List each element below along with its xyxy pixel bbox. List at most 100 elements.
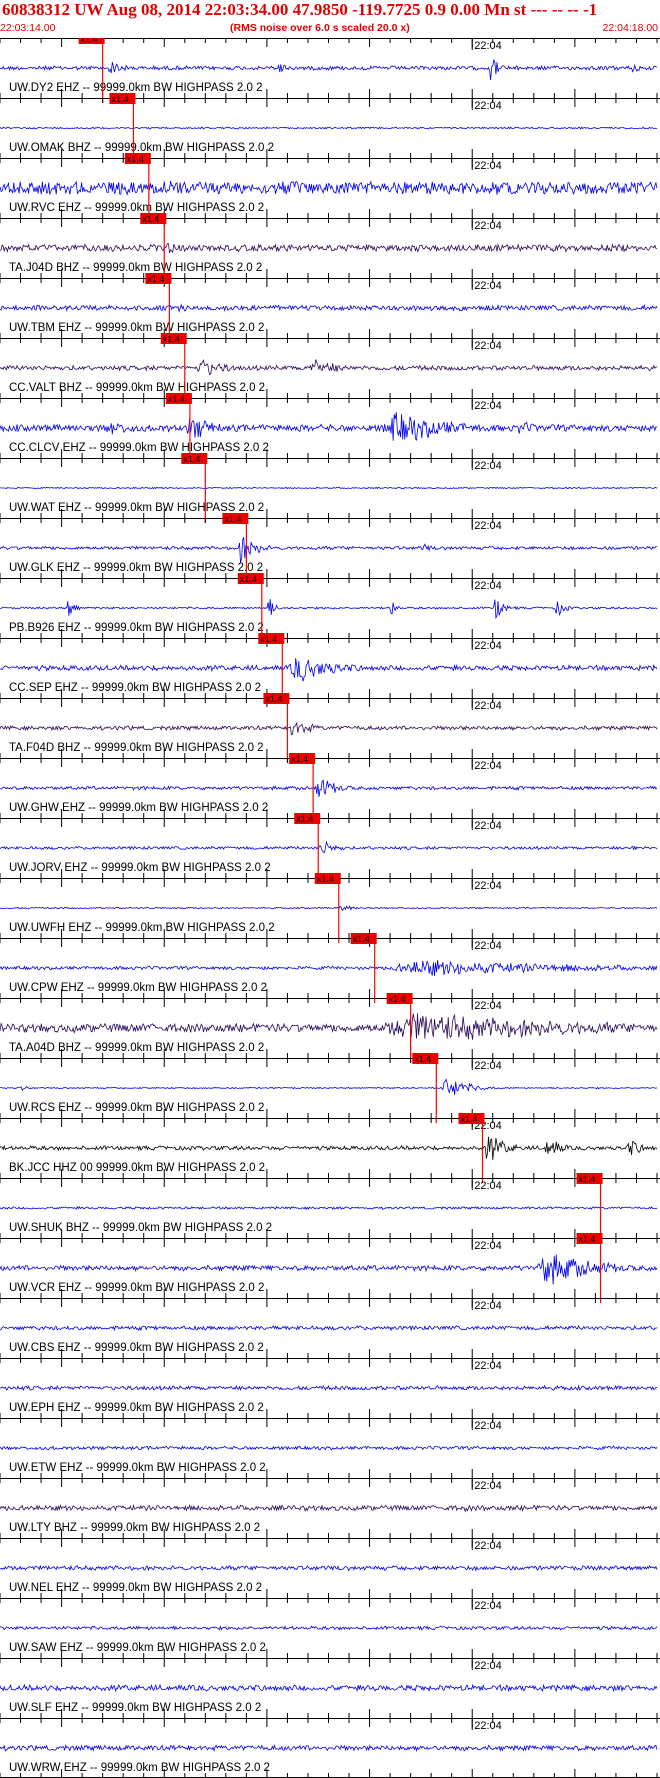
minute-label: 22:04 xyxy=(474,1480,502,1492)
pick-label: x1.4 xyxy=(111,94,128,104)
minute-label: 22:04 xyxy=(474,1360,502,1372)
station-label: UW.OMAK BHZ -- 99999.0km BW HIGHPASS 2.0… xyxy=(9,142,274,154)
pick-label: x1.4 xyxy=(579,1174,596,1184)
minute-label: 22:04 xyxy=(474,1060,502,1072)
end-time: 22:04:18.00 xyxy=(602,22,658,34)
station-label: UW.DY2 EHZ -- 99999.0km BW HIGHPASS 2.0 … xyxy=(9,82,263,94)
minute-label: 22:04 xyxy=(474,280,502,292)
station-label: UW.SHUK BHZ -- 99999.0km BW HIGHPASS 2.0… xyxy=(9,1222,272,1234)
station-label: PB.B926 EHZ -- 99999.0km BW HIGHPASS 2.0… xyxy=(9,622,264,634)
event-title: 60838312 UW Aug 08, 2014 22:03:34.00 47.… xyxy=(2,0,598,19)
seismic-trace xyxy=(0,359,658,376)
pick-label: x1.4 xyxy=(168,394,185,404)
station-label: UW.SLF EHZ -- 99999.0km BW HIGHPASS 2.0 … xyxy=(9,1702,261,1714)
minute-label: 22:04 xyxy=(474,1720,502,1732)
minute-label: 22:04 xyxy=(474,1600,502,1612)
pick-label: x1.4 xyxy=(163,334,180,344)
minute-label: 22:04 xyxy=(474,340,502,352)
minute-label: 22:04 xyxy=(474,1660,502,1672)
seismic-trace xyxy=(0,960,658,976)
station-label: CC.VALT BHZ -- 99999.0km BW HIGHPASS 2.0… xyxy=(9,382,265,394)
minute-label: 22:04 xyxy=(474,400,502,412)
seismic-trace xyxy=(0,1136,658,1160)
station-label: BK.JCC HHZ 00 99999.0km BW HIGHPASS 2.0 … xyxy=(9,1162,265,1174)
station-label: UW.TBM EHZ -- 99999.0km BW HIGHPASS 2.0 … xyxy=(9,322,264,334)
pick-label: x1.4 xyxy=(142,214,159,224)
noise-note: (RMS noise over 6.0 s scaled 20.0 x) xyxy=(230,22,410,34)
seismic-trace xyxy=(0,905,658,912)
minute-label: 22:04 xyxy=(474,520,502,532)
pick-label: x1.4 xyxy=(81,38,98,44)
minute-label: 22:04 xyxy=(474,160,502,172)
seismic-trace xyxy=(0,599,658,620)
station-label: UW.RVC EHZ -- 99999.0km BW HIGHPASS 2.0 … xyxy=(9,202,264,214)
seismic-trace xyxy=(0,658,658,682)
seismic-trace xyxy=(0,1078,658,1095)
seismic-trace xyxy=(0,722,658,736)
pick-label: x1.4 xyxy=(579,1234,596,1244)
pick-label: x1.4 xyxy=(389,994,406,1004)
minute-label: 22:04 xyxy=(474,1540,502,1552)
seismic-trace xyxy=(0,1744,658,1753)
seismic-trace xyxy=(0,1384,658,1392)
station-label: TA.F04D BHZ -- 99999.0km BW HIGHPASS 2.0… xyxy=(9,742,264,754)
seismic-trace xyxy=(0,59,658,81)
seismic-trace xyxy=(0,1324,658,1332)
minute-label: 22:04 xyxy=(474,940,502,952)
seismic-trace xyxy=(0,303,658,313)
seismogram-plot: 22:04 UW.DY2 EHZ -- 99999.0km BW HIGHPASS… xyxy=(0,38,660,1778)
pick-label: x1.4 xyxy=(317,874,334,884)
seismic-trace xyxy=(0,180,658,196)
seismic-trace xyxy=(0,1205,658,1211)
station-label: UW.LTY BHZ -- 99999.0km BW HIGHPASS 2.0 … xyxy=(9,1522,260,1534)
station-label: UW.CPW EHZ -- 99999.0km BW HIGHPASS 2.0 … xyxy=(9,982,267,994)
station-label: UW.WAT EHZ -- 99999.0km BW HIGHPASS 2.0 … xyxy=(9,502,264,514)
minute-label: 22:04 xyxy=(474,1420,502,1432)
station-label: UW.UWFH EHZ -- 99999.0km BW HIGHPASS 2.0… xyxy=(9,922,275,934)
minute-label: 22:04 xyxy=(474,1180,502,1192)
pick-label: x1.4 xyxy=(260,634,277,644)
seismic-trace xyxy=(0,1683,658,1693)
seismic-trace xyxy=(0,486,658,490)
seismic-trace xyxy=(0,1254,658,1285)
station-label: UW.CBS EHZ -- 99999.0km BW HIGHPASS 2.0 … xyxy=(9,1342,264,1354)
seismic-trace xyxy=(0,1445,658,1451)
pick-label: x1.4 xyxy=(414,1054,431,1064)
pick-label: x1.4 xyxy=(183,454,200,464)
station-label: UW.NEL EHZ -- 99999.0km BW HIGHPASS 2.0 … xyxy=(9,1582,262,1594)
station-label: UW.WRW EHZ -- 99999.0km BW HIGHPASS 2.0 … xyxy=(9,1762,270,1774)
pick-label: x1.4 xyxy=(147,274,164,284)
plot-header: 60838312 UW Aug 08, 2014 22:03:34.00 47.… xyxy=(0,0,660,38)
minute-label: 22:04 xyxy=(474,40,502,52)
pick-label: x1.4 xyxy=(224,514,241,524)
seismic-trace xyxy=(0,1625,658,1631)
seismic-trace xyxy=(0,1564,658,1572)
station-label: CC.SEP EHZ -- 99999.0km BW HIGHPASS 2.0 … xyxy=(9,682,261,694)
pick-label: x1.4 xyxy=(296,814,313,824)
station-label: TA.J04D BHZ -- 99999.0km BW HIGHPASS 2.0… xyxy=(9,262,262,274)
minute-label: 22:04 xyxy=(474,820,502,832)
pick-label: x1.4 xyxy=(353,934,370,944)
minute-label: 22:04 xyxy=(474,700,502,712)
seismic-trace xyxy=(0,779,658,797)
station-label: UW.SAW EHZ -- 99999.0km BW HIGHPASS 2.0 … xyxy=(9,1642,266,1654)
minute-label: 22:04 xyxy=(474,760,502,772)
station-label: UW.ETW EHZ -- 99999.0km BW HIGHPASS 2.0 … xyxy=(9,1462,266,1474)
minute-label: 22:04 xyxy=(474,1000,502,1012)
seismic-trace xyxy=(0,126,658,130)
minute-label: 22:04 xyxy=(474,640,502,652)
minute-label: 22:04 xyxy=(474,580,502,592)
minute-label: 22:04 xyxy=(474,1240,502,1252)
minute-label: 22:04 xyxy=(474,880,502,892)
station-label: UW.GLK EHZ -- 99999.0km BW HIGHPASS 2.0 … xyxy=(9,562,263,574)
seismic-trace xyxy=(0,537,658,563)
minute-label: 22:04 xyxy=(474,100,502,112)
seismic-trace xyxy=(0,1503,658,1513)
minute-label: 22:04 xyxy=(474,220,502,232)
seismic-trace xyxy=(0,840,658,854)
station-label: TA.A04D BHZ -- 99999.0km BW HIGHPASS 2.0… xyxy=(9,1042,264,1054)
station-label: UW.JORV EHZ -- 99999.0km BW HIGHPASS 2.0… xyxy=(9,862,271,874)
minute-label: 22:04 xyxy=(474,1300,502,1312)
pick-label: x1.4 xyxy=(127,154,144,164)
station-label: UW.RCS EHZ -- 99999.0km BW HIGHPASS 2.0 … xyxy=(9,1102,264,1114)
